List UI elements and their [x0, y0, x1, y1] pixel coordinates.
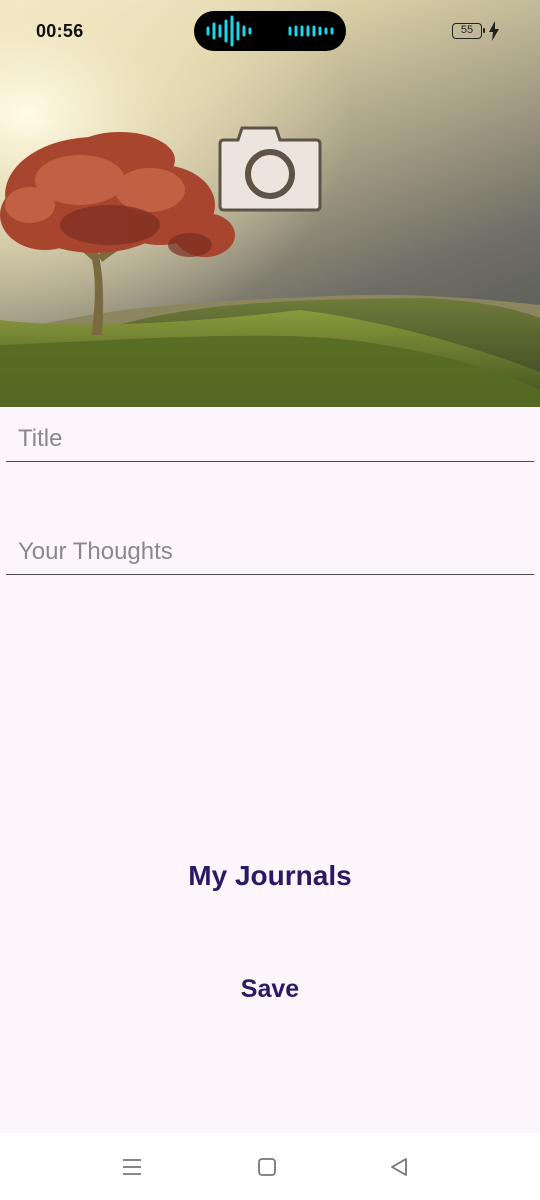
battery-icon: 55	[452, 23, 485, 39]
home-icon[interactable]	[257, 1157, 277, 1177]
back-icon[interactable]	[388, 1157, 410, 1177]
camera-icon	[218, 126, 322, 212]
audio-waveform-icon	[206, 15, 334, 47]
thoughts-input[interactable]: Your Thoughts	[6, 518, 534, 575]
save-button[interactable]: Save	[0, 975, 540, 1004]
charging-icon	[489, 21, 499, 41]
thoughts-placeholder: Your Thoughts	[18, 538, 173, 565]
camera-button[interactable]	[218, 126, 322, 212]
status-time: 00:56	[36, 21, 84, 41]
navigation-bar	[0, 1133, 540, 1200]
dynamic-island	[194, 11, 346, 51]
title-input[interactable]: Title	[6, 405, 534, 462]
status-bar: 00:56 55	[0, 0, 540, 62]
title-placeholder: Title	[18, 425, 63, 452]
menu-icon[interactable]	[121, 1157, 143, 1177]
my-journals-button[interactable]: My Journals	[0, 860, 540, 892]
